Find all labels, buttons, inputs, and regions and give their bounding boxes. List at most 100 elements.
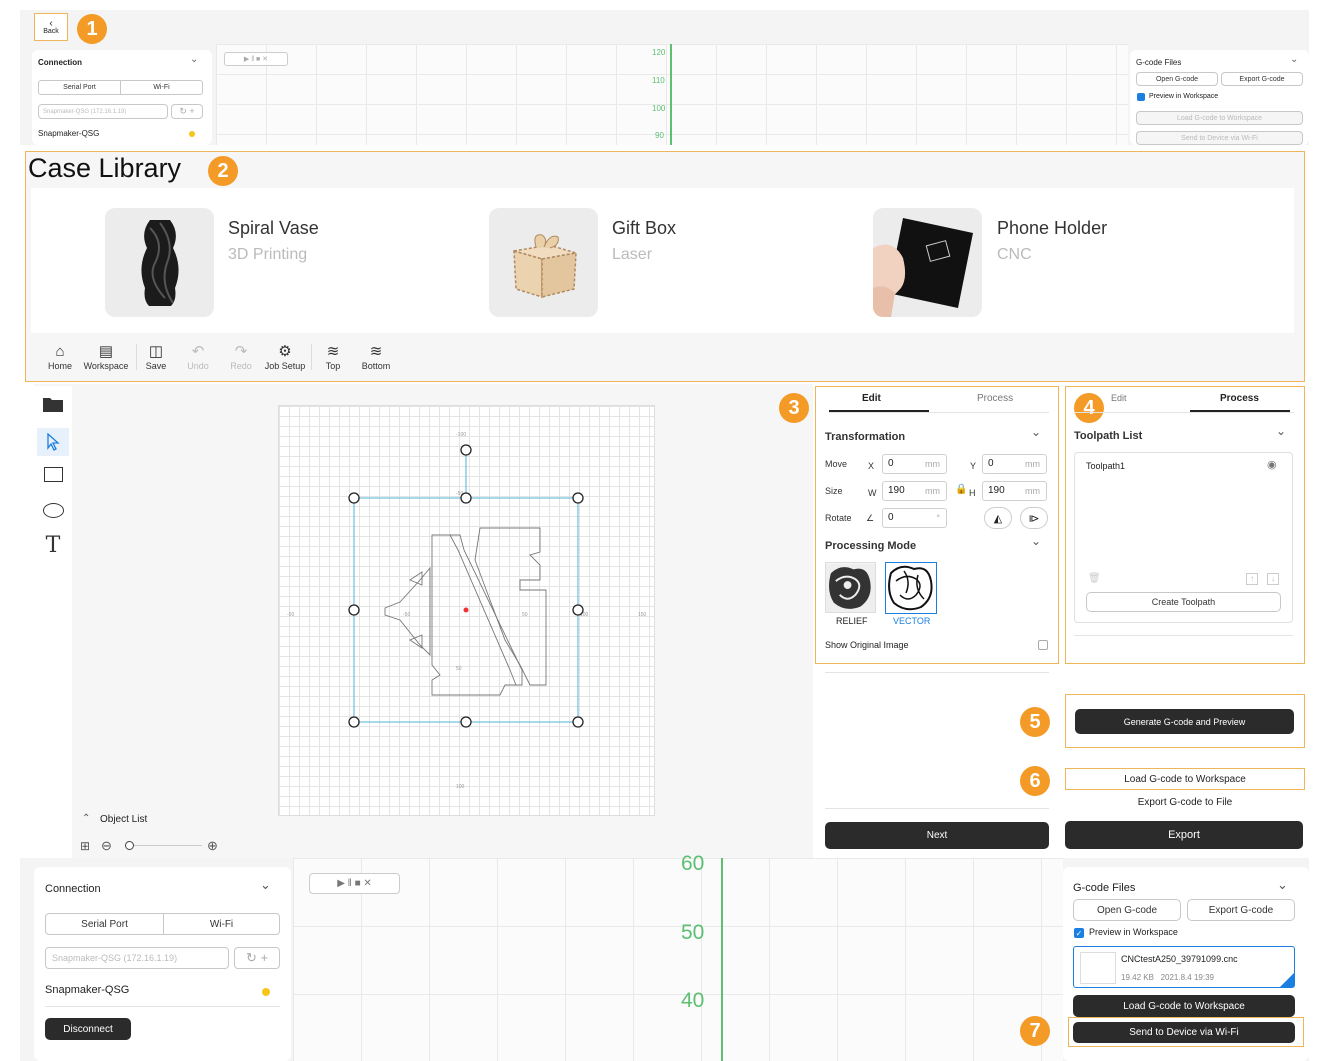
y-input[interactable]: 0 mm bbox=[982, 454, 1047, 474]
case-name-phone-holder[interactable]: Phone Holder bbox=[997, 218, 1107, 239]
y-value: 0 bbox=[988, 458, 994, 469]
disconnect-button[interactable]: Disconnect bbox=[45, 1018, 131, 1040]
zoom-slider[interactable] bbox=[126, 845, 202, 846]
select-pointer-icon[interactable] bbox=[37, 428, 69, 456]
top-send-wifi-button[interactable]: Send to Device via Wi-Fi bbox=[1136, 131, 1303, 145]
process-edit-tab[interactable]: Edit bbox=[1111, 393, 1127, 403]
flip-horizontal-icon[interactable]: ◭ bbox=[984, 507, 1012, 529]
w-value: 190 bbox=[888, 485, 905, 496]
top-playback-controls[interactable]: ▶ ‖ ■ ✕ bbox=[224, 52, 288, 66]
process-process-tab[interactable]: Process bbox=[1220, 393, 1259, 404]
top-open-gcode-button[interactable]: Open G-code bbox=[1136, 72, 1218, 86]
phone-holder-icon bbox=[873, 218, 973, 317]
zoom-slider-handle[interactable] bbox=[125, 841, 134, 850]
zoom-in-icon[interactable]: ⊕ bbox=[207, 838, 218, 854]
edit-tab[interactable]: Edit bbox=[862, 393, 881, 404]
bottom-view-button[interactable]: ≋ Bottom bbox=[358, 343, 394, 371]
text-tool-icon[interactable]: T bbox=[42, 533, 64, 558]
undo-button[interactable]: ↶ Undo bbox=[184, 343, 212, 371]
workspace-label: Workspace bbox=[83, 361, 129, 371]
trash-icon[interactable]: 🗑 bbox=[1088, 573, 1101, 584]
next-button[interactable]: Next bbox=[825, 822, 1049, 849]
top-device-select[interactable]: Snapmaker-QSG (172.16.1.19) bbox=[38, 104, 168, 119]
generate-gcode-button[interactable]: Generate G-code and Preview bbox=[1075, 709, 1294, 734]
rotate-input[interactable]: 0 ° bbox=[882, 508, 947, 528]
top-serial-tab[interactable]: Serial Port bbox=[38, 80, 121, 95]
top-preview-checkbox[interactable] bbox=[1137, 93, 1145, 101]
fit-view-icon[interactable]: ⊞ bbox=[80, 839, 90, 853]
save-button[interactable]: ◫ Save bbox=[142, 343, 170, 371]
top-wifi-tab[interactable]: Wi-Fi bbox=[120, 80, 203, 95]
redo-button[interactable]: ↷ Redo bbox=[227, 343, 255, 371]
chevron-down-icon[interactable]: ⌄ bbox=[1277, 877, 1288, 893]
preview-checkbox[interactable]: ✓ bbox=[1074, 928, 1084, 938]
size-label: Size bbox=[825, 486, 843, 496]
object-list-label[interactable]: Object List bbox=[100, 814, 147, 825]
case-library-title: Case Library bbox=[28, 153, 182, 183]
case-name-spiral-vase[interactable]: Spiral Vase bbox=[228, 218, 319, 239]
gift-box-thumbnail[interactable] bbox=[489, 208, 598, 317]
move-down-icon[interactable]: ↓ bbox=[1267, 573, 1279, 585]
top-refresh-button[interactable]: ↻ + bbox=[171, 104, 203, 119]
chevron-down-icon[interactable]: ⌄ bbox=[260, 877, 271, 893]
bottom-view-label: Bottom bbox=[361, 361, 391, 371]
eye-icon[interactable]: ◉ bbox=[1267, 458, 1277, 471]
chevron-down-icon[interactable]: ⌄ bbox=[190, 54, 198, 65]
bottom-open-gcode-button[interactable]: Open G-code bbox=[1073, 899, 1181, 921]
bottom-export-gcode-button[interactable]: Export G-code bbox=[1187, 899, 1295, 921]
rectangle-tool-icon[interactable] bbox=[44, 467, 63, 482]
spiral-vase-thumbnail[interactable] bbox=[105, 208, 214, 317]
lock-icon[interactable]: 🔒 bbox=[955, 484, 967, 495]
case-name-gift-box[interactable]: Gift Box bbox=[612, 218, 676, 239]
bottom-playback-controls[interactable]: ▶ ‖ ■ ✕ bbox=[309, 873, 400, 894]
width-input[interactable]: 190 mm bbox=[882, 481, 947, 501]
chevron-up-icon[interactable]: ⌃ bbox=[82, 813, 90, 824]
move-up-icon[interactable]: ↑ bbox=[1246, 573, 1258, 585]
chevron-down-icon[interactable]: ⌄ bbox=[1276, 424, 1286, 438]
chevron-down-icon[interactable]: ⌄ bbox=[1031, 534, 1041, 548]
gcode-file-item[interactable]: CNCtestA250_39791099.cnc 19.42 KB 2021.8… bbox=[1073, 946, 1295, 988]
send-wifi-button[interactable]: Send to Device via Wi-Fi bbox=[1073, 1022, 1295, 1043]
flip-vertical-icon[interactable]: ⧐ bbox=[1020, 507, 1048, 529]
folder-icon[interactable] bbox=[40, 392, 66, 416]
export-button[interactable]: Export bbox=[1065, 821, 1303, 849]
ellipse-tool-icon[interactable] bbox=[43, 503, 64, 518]
workspace-button[interactable]: ▤ Workspace bbox=[81, 343, 131, 371]
relief-image-icon bbox=[826, 563, 875, 612]
process-divider bbox=[1074, 635, 1293, 636]
zoom-out-icon[interactable]: ⊖ bbox=[101, 838, 112, 854]
bottom-load-gcode-button[interactable]: Load G-code to Workspace bbox=[1073, 995, 1295, 1017]
phone-holder-thumbnail[interactable] bbox=[873, 208, 982, 317]
home-icon: ⌂ bbox=[55, 343, 65, 360]
create-toolpath-button[interactable]: Create Toolpath bbox=[1086, 592, 1281, 612]
rotate-label: Rotate bbox=[825, 513, 852, 523]
top-export-gcode-button[interactable]: Export G-code bbox=[1221, 72, 1303, 86]
load-gcode-link[interactable]: Load G-code to Workspace bbox=[1065, 774, 1305, 785]
height-input[interactable]: 190 mm bbox=[982, 481, 1047, 501]
show-original-checkbox[interactable] bbox=[1038, 640, 1048, 650]
back-button[interactable]: ‹ Back bbox=[34, 13, 68, 41]
bottom-wifi-tab[interactable]: Wi-Fi bbox=[163, 913, 280, 935]
export-file-link[interactable]: Export G-code to File bbox=[1065, 797, 1305, 808]
bottom-serial-tab[interactable]: Serial Port bbox=[45, 913, 164, 935]
axis-label: 150 bbox=[638, 612, 647, 618]
vector-mode-thumb[interactable] bbox=[885, 562, 937, 614]
relief-mode-thumb[interactable] bbox=[825, 562, 876, 613]
x-input[interactable]: 0 mm bbox=[882, 454, 947, 474]
top-load-gcode-button[interactable]: Load G-code to Workspace bbox=[1136, 111, 1303, 125]
chevron-down-icon[interactable]: ⌄ bbox=[1290, 54, 1298, 65]
case-list bbox=[31, 188, 1294, 333]
top-view-button[interactable]: ≋ Top bbox=[320, 343, 346, 371]
process-tab[interactable]: Process bbox=[977, 393, 1013, 404]
status-dot bbox=[189, 131, 195, 137]
home-button[interactable]: ⌂ Home bbox=[45, 343, 75, 371]
bottom-device-select[interactable]: Snapmaker-QSG (172.16.1.19) bbox=[45, 947, 229, 969]
chevron-down-icon[interactable]: ⌄ bbox=[1031, 425, 1041, 439]
chevron-left-icon: ‹ bbox=[49, 18, 53, 29]
vector-image-icon bbox=[886, 563, 936, 613]
selection-box[interactable] bbox=[340, 440, 600, 740]
bottom-refresh-button[interactable]: ↻ + bbox=[234, 947, 280, 969]
toolpath-item[interactable]: Toolpath1 bbox=[1086, 461, 1125, 471]
w-label: W bbox=[868, 488, 877, 498]
job-setup-button[interactable]: ⚙ Job Setup bbox=[262, 343, 308, 371]
